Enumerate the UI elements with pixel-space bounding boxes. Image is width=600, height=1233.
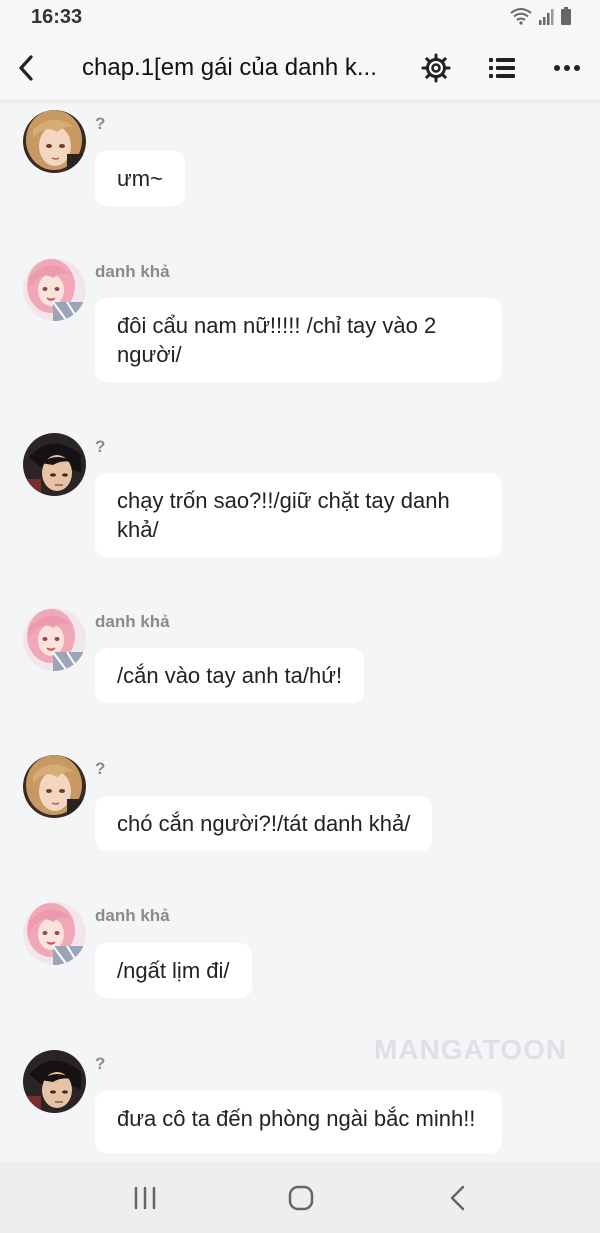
battery-icon [561, 7, 571, 25]
message-bubble: /ngất lịm đi/ [95, 943, 252, 998]
system-back-button[interactable] [438, 1180, 478, 1216]
chevron-left-icon [19, 55, 33, 81]
page-title: chap.1[em gái của danh k... [82, 54, 377, 81]
sender-name: ? [95, 437, 106, 456]
avatar[interactable] [23, 110, 86, 173]
sender-name: ? [95, 759, 106, 778]
status-icons [510, 7, 572, 25]
avatar[interactable] [23, 902, 86, 965]
system-nav-bar [0, 1162, 600, 1233]
message-bubble: chạy trốn sao?!!/giữ chặt tay danh khả/ [95, 473, 502, 557]
message-bubble: đưa cô ta đến phòng ngài bắc minh!! [95, 1091, 502, 1153]
status-time: 16:33 [31, 6, 83, 28]
avatar[interactable] [23, 608, 86, 671]
avatar[interactable] [23, 755, 86, 818]
avatar[interactable] [23, 1050, 86, 1113]
chat-list[interactable]: ? ưm~ danh khả đôi cẩu nam nữ!!!!! /chỉ … [0, 100, 600, 1162]
recent-apps-icon [134, 1186, 156, 1210]
home-icon [288, 1185, 314, 1211]
sender-name: danh khả [95, 906, 170, 925]
list-icon [489, 58, 515, 78]
gear-icon [421, 53, 451, 83]
home-button[interactable] [281, 1180, 321, 1216]
recent-apps-button[interactable] [126, 1180, 166, 1216]
sender-name: danh khả [95, 612, 170, 631]
message-bubble: chó cắn người?!/tát danh khả/ [95, 796, 433, 851]
signal-icon [539, 9, 554, 25]
blonde-girl-avatar-icon [23, 110, 86, 173]
wifi-icon [510, 8, 532, 25]
message-bubble: đôi cẩu nam nữ!!!!! /chỉ tay vào 2 người… [95, 298, 502, 382]
more-options-button[interactable] [552, 53, 582, 83]
back-icon [450, 1185, 465, 1211]
watermark: MANGATOON [374, 1034, 568, 1065]
avatar[interactable] [23, 433, 86, 496]
blonde-girl-avatar-icon [23, 755, 86, 818]
dark-hair-man-avatar-icon [23, 1050, 86, 1113]
app-bar: chap.1[em gái của danh k... [0, 36, 600, 100]
avatar[interactable] [23, 258, 86, 321]
sender-name: ? [95, 114, 106, 133]
settings-button[interactable] [420, 52, 452, 84]
pink-hair-girl-avatar-icon [23, 258, 86, 321]
chapter-list-button[interactable] [487, 53, 517, 83]
pink-hair-girl-avatar-icon [23, 902, 86, 965]
pink-hair-girl-avatar-icon [23, 608, 86, 671]
dark-hair-man-avatar-icon [23, 433, 86, 496]
message-bubble: ưm~ [95, 151, 185, 206]
status-bar: 16:33 [0, 0, 600, 36]
back-button[interactable] [12, 50, 40, 86]
more-dots-icon [554, 65, 580, 71]
sender-name: ? [95, 1054, 106, 1073]
message-bubble: /cắn vào tay anh ta/hứ! [95, 648, 365, 703]
sender-name: danh khả [95, 262, 170, 281]
